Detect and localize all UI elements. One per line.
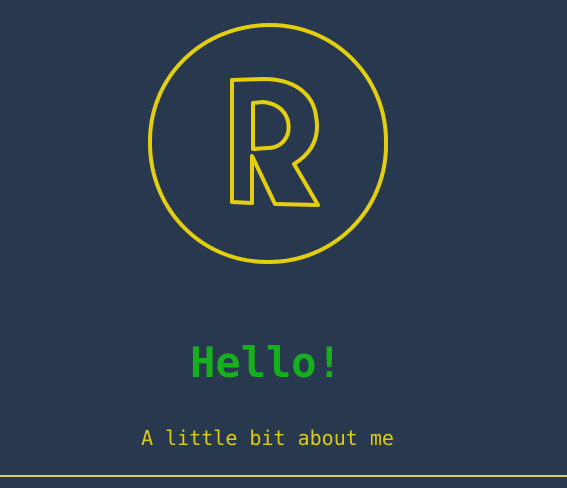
logo-ring <box>147 22 389 265</box>
logo-letter-r <box>230 77 320 207</box>
section-divider <box>0 475 567 477</box>
letter-r-logo-icon <box>147 22 389 265</box>
intro-subtitle: A little bit about me <box>141 426 394 450</box>
logo <box>146 22 390 266</box>
greeting-heading: Hello! <box>190 338 342 387</box>
